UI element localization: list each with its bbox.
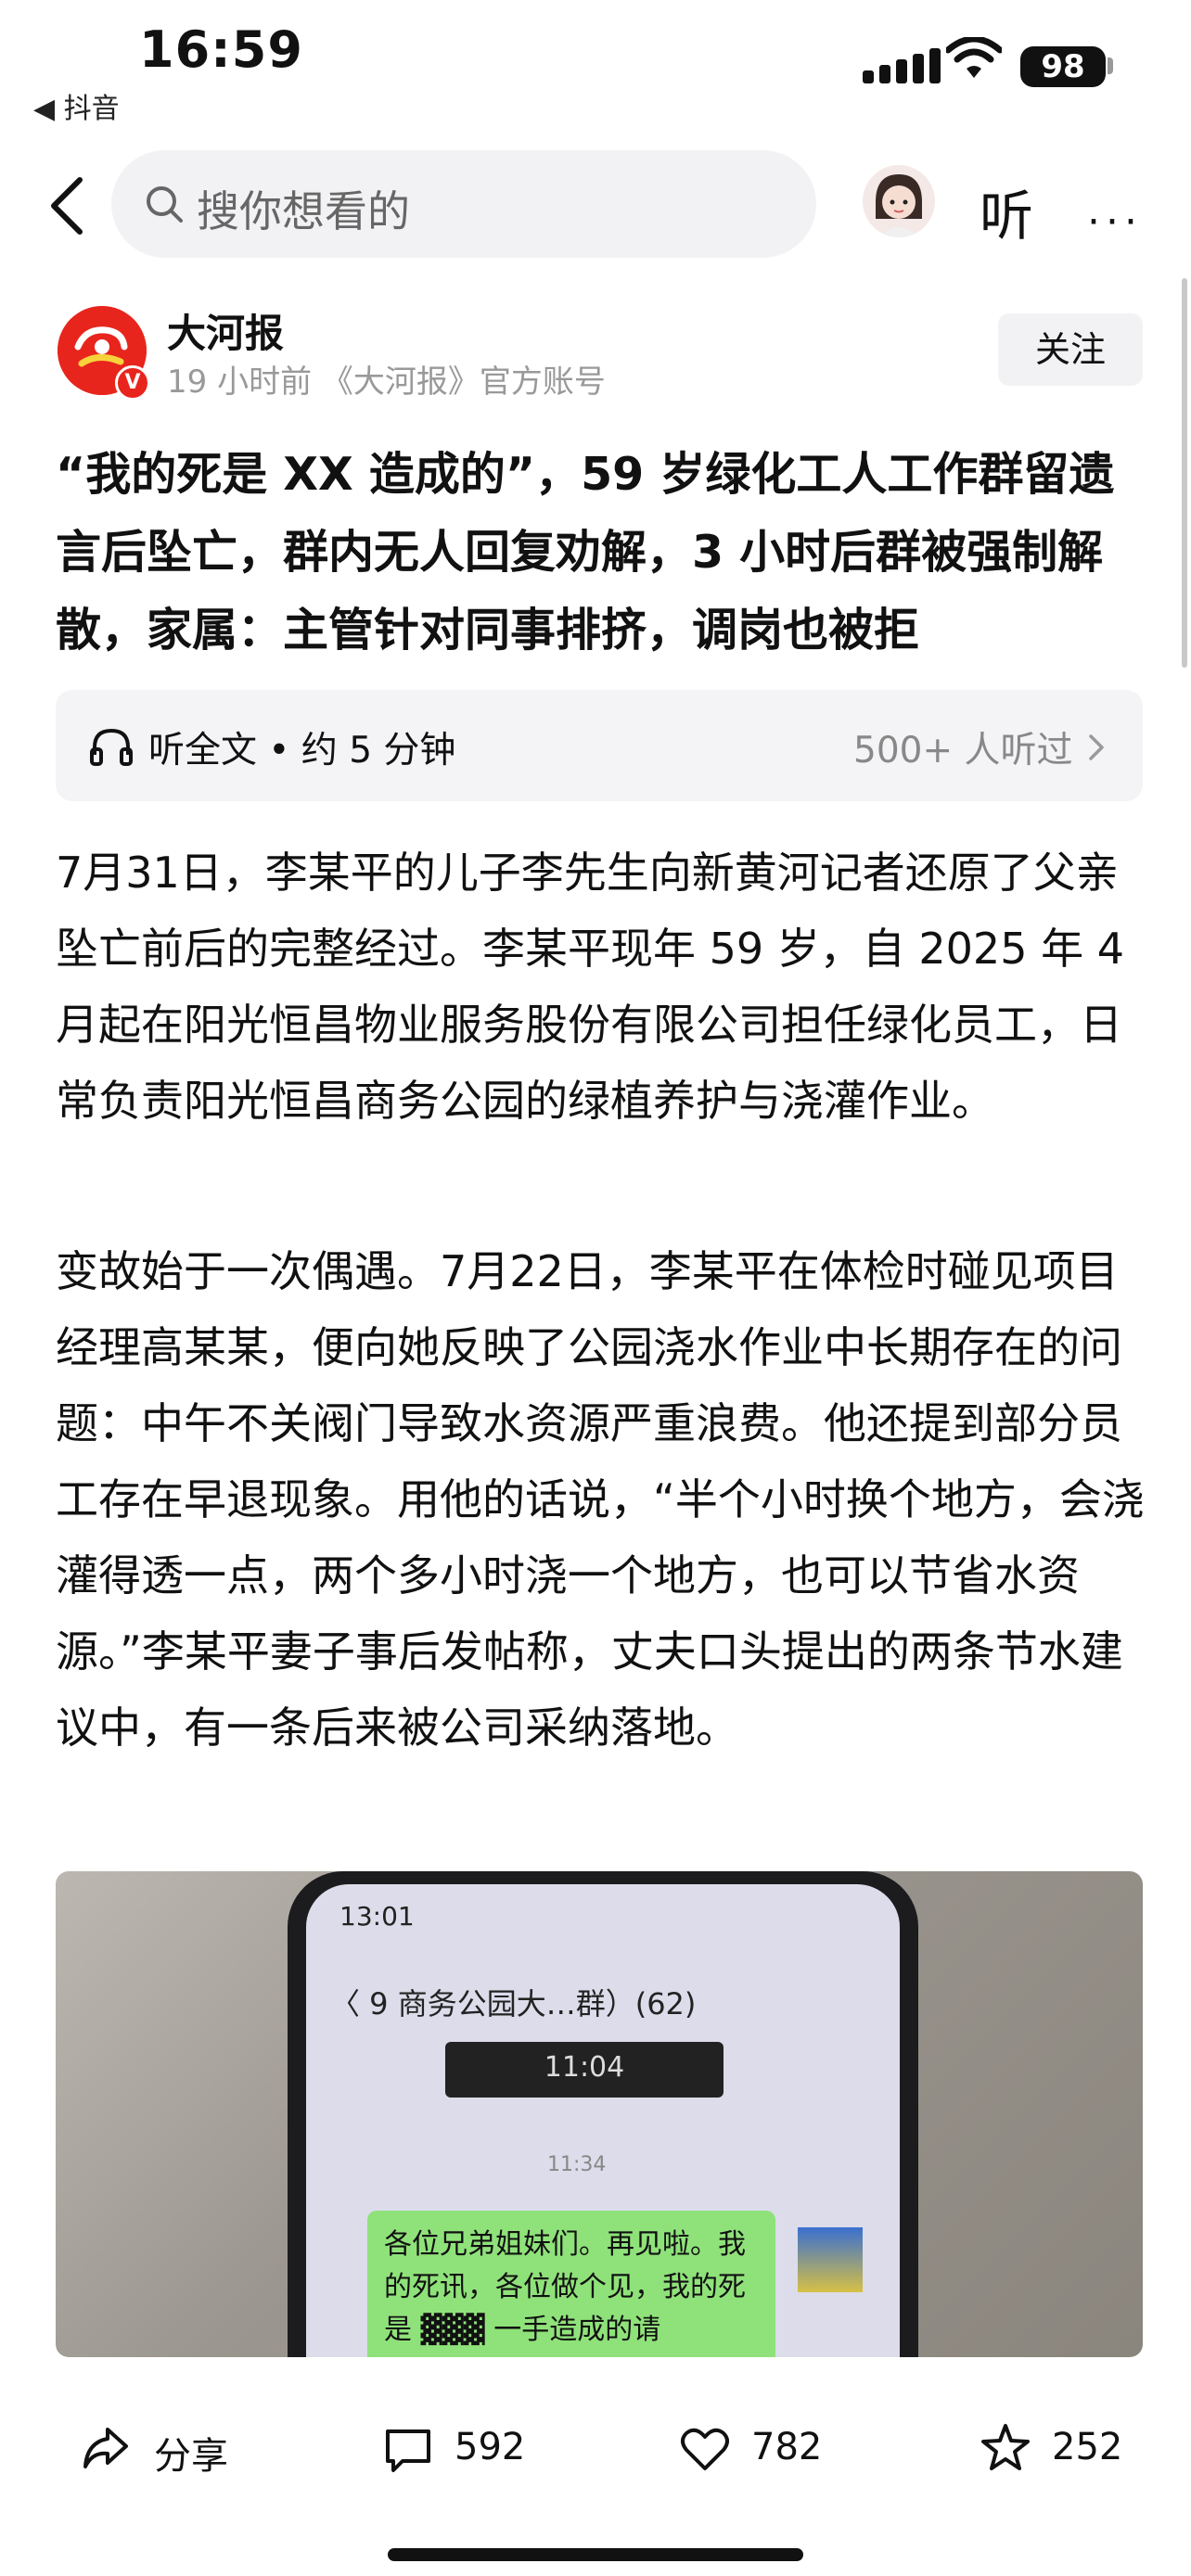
search-icon xyxy=(147,186,183,223)
bottom-action-bar: 分享 592 782 252 xyxy=(0,2383,1191,2576)
listen-full-label: 听全文 • 约 5 分钟 xyxy=(148,730,456,772)
verified-badge-icon: V xyxy=(115,365,150,401)
like-count[interactable]: 782 xyxy=(751,2426,822,2468)
phone-time-box: 11:04 xyxy=(445,2042,724,2098)
comment-count[interactable]: 592 xyxy=(455,2426,525,2468)
scrollbar[interactable] xyxy=(1182,278,1187,668)
phone-chat-title: 〈 9 商务公园大…群）(62) xyxy=(330,1986,697,2021)
favorite-count[interactable]: 252 xyxy=(1052,2426,1122,2468)
battery-tip xyxy=(1108,57,1113,74)
favorite-star-icon[interactable] xyxy=(980,2422,1031,2474)
listener-count: 500+ 人听过 xyxy=(853,730,1073,772)
listen-button[interactable]: 听 xyxy=(980,172,1033,250)
headphone-icon xyxy=(90,728,133,766)
article-photo[interactable]: 13:01 〈 9 商务公园大…群）(62) 11:04 11:34 各位兄弟姐… xyxy=(56,1871,1143,2357)
phone-sender-avatar xyxy=(798,2227,863,2292)
cellular-signal-icon xyxy=(863,48,941,83)
phone-timestamp: 11:34 xyxy=(547,2153,607,2176)
article-paragraph-2: 变故始于一次偶遇。7月22日，李某平在体检时碰见项目经理高某某，便向她反映了公园… xyxy=(56,1246,1145,1753)
battery-icon: 98 xyxy=(1020,46,1106,87)
phone-screen: 13:01 〈 9 商务公园大…群）(62) 11:04 11:34 各位兄弟姐… xyxy=(306,1884,900,2357)
share-label[interactable]: 分享 xyxy=(154,2426,228,2480)
chevron-right-icon xyxy=(1089,734,1104,760)
phone-message-bubble: 各位兄弟姐妹们。再见啦。我的死讯，各位做个见，我的死是 ▓▓▓ 一手造成的请 xyxy=(367,2211,775,2357)
share-icon[interactable] xyxy=(80,2422,132,2474)
comment-icon[interactable] xyxy=(382,2424,434,2476)
phone-status-time: 13:01 xyxy=(339,1901,415,1932)
author-meta: 19 小时前 《大河报》官方账号 xyxy=(167,363,606,401)
follow-button[interactable]: 关注 xyxy=(998,313,1143,386)
article-paragraph-1: 7月31日，李某平的儿子李先生向新黄河记者还原了父亲坠亡前后的完整经过。李某平现… xyxy=(56,848,1124,1126)
wifi-icon xyxy=(946,37,1002,78)
more-options-button[interactable]: ··· xyxy=(1087,198,1143,246)
article-title: “我的死是 XX 造成的”，59 岁绿化工人工作群留遗言后坠亡，群内无人回复劝解… xyxy=(56,448,1115,657)
like-icon[interactable] xyxy=(679,2424,731,2476)
search-placeholder: 搜你想看的 xyxy=(197,186,410,236)
back-button[interactable] xyxy=(46,176,87,236)
author-name[interactable]: 大河报 xyxy=(167,302,284,359)
status-time: 16:59 xyxy=(139,20,303,79)
back-to-app-link[interactable]: ◀ 抖音 xyxy=(33,85,120,126)
home-indicator[interactable] xyxy=(388,2548,803,2561)
user-avatar[interactable] xyxy=(863,165,935,237)
